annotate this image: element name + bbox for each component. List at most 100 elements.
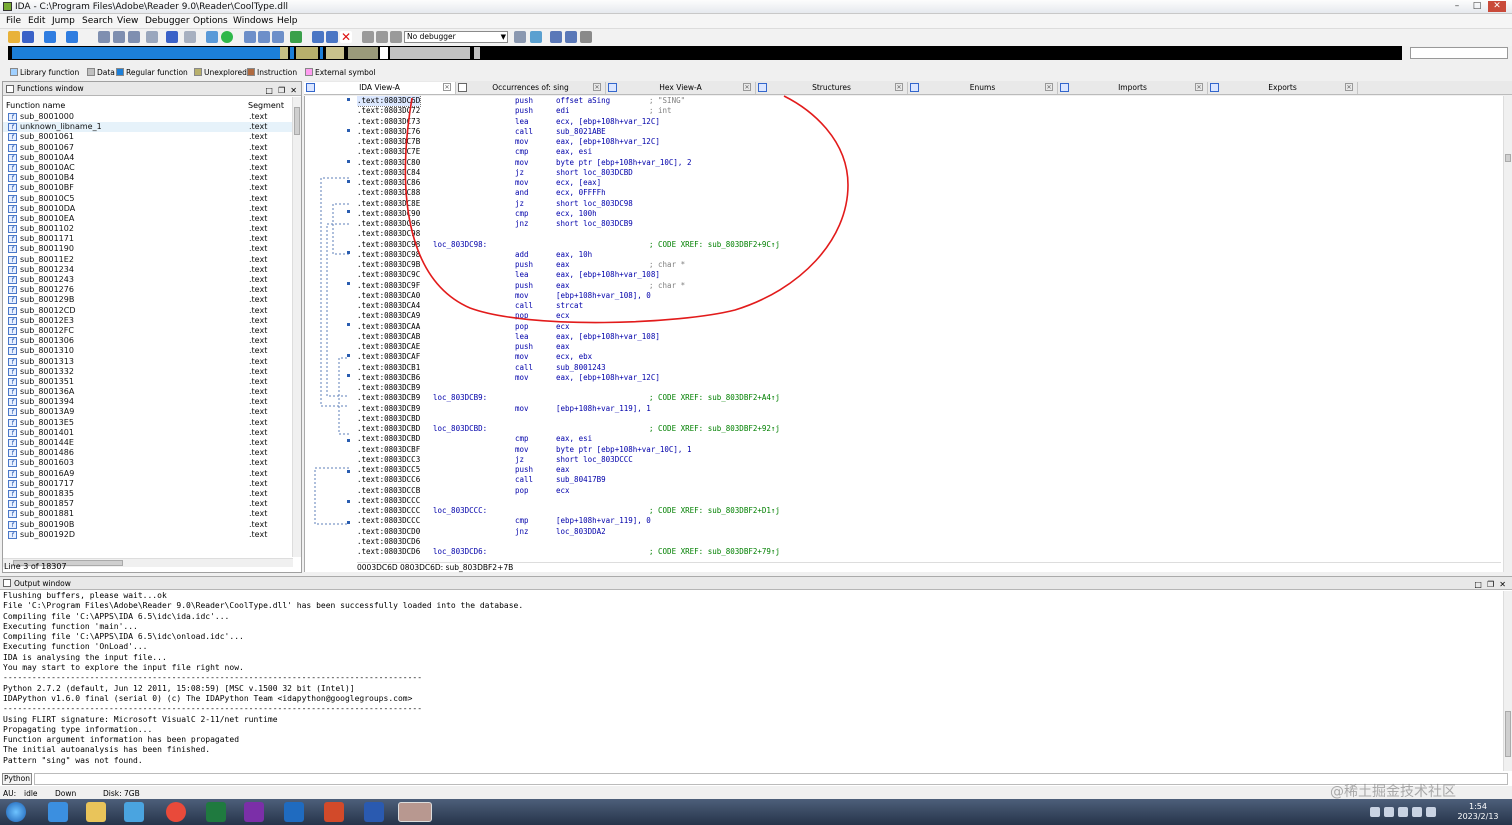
close-icon[interactable]: ✕ bbox=[1499, 580, 1506, 589]
save-icon[interactable] bbox=[22, 31, 34, 43]
function-row[interactable]: f sub_8001067 .text bbox=[3, 143, 293, 153]
disasm-line[interactable]: .text:0803DC88 and ecx, 0FFFFh bbox=[357, 188, 1501, 198]
disasm-line[interactable]: .text:0803DC96 jnz short loc_803DCB9 bbox=[357, 219, 1501, 229]
menu-view[interactable]: View bbox=[117, 16, 138, 26]
disasm-line[interactable]: .text:0803DCBF mov byte ptr [ebp+108h+var_… bbox=[357, 445, 1501, 455]
disasm-line[interactable]: .text:0803DCCB pop ecx bbox=[357, 486, 1501, 496]
disasm-line[interactable]: .text:0803DC80 mov byte ptr [ebp+108h+var_… bbox=[357, 158, 1501, 168]
function-row[interactable]: f sub_8001310 .text bbox=[3, 346, 293, 356]
powerpoint-icon[interactable] bbox=[324, 802, 344, 822]
function-row[interactable]: f sub_80016A9 .text bbox=[3, 469, 293, 479]
tab-exports[interactable]: Exports ✕ bbox=[1208, 82, 1358, 94]
disasm-line[interactable]: .text:0803DC90 cmp ecx, 100h bbox=[357, 209, 1501, 219]
text-search-icon[interactable] bbox=[146, 31, 158, 43]
copy-icon[interactable] bbox=[98, 31, 110, 43]
disasm-line[interactable]: .text:0803DCCC bbox=[357, 496, 1501, 506]
disasm-line[interactable]: .text:0803DC76 call sub_8021ABE bbox=[357, 127, 1501, 137]
function-row[interactable]: f sub_8001190 .text bbox=[3, 244, 293, 254]
function-row[interactable]: f sub_8001835 .text bbox=[3, 489, 293, 499]
menu-file[interactable]: File bbox=[6, 16, 21, 26]
function-row[interactable]: f sub_80012FC .text bbox=[3, 326, 293, 336]
function-row[interactable]: f sub_8001276 .text bbox=[3, 285, 293, 295]
menu-help[interactable]: Help bbox=[277, 16, 298, 26]
pause-icon[interactable] bbox=[376, 31, 388, 43]
close-icon[interactable]: ✕ bbox=[290, 86, 297, 95]
close-button[interactable]: ✕ bbox=[1488, 1, 1506, 12]
scroll-thumb[interactable] bbox=[1505, 711, 1511, 757]
menu-jump[interactable]: Jump bbox=[52, 16, 75, 26]
disasm-line[interactable]: .text:0803DC9F push eax ; char * bbox=[357, 281, 1501, 291]
restore-icon[interactable]: □ bbox=[1474, 580, 1482, 589]
function-row[interactable]: f sub_80013A9 .text bbox=[3, 407, 293, 417]
start-button[interactable] bbox=[6, 802, 26, 822]
disasm-line[interactable]: .text:0803DCA0 mov [ebp+108h+var_108], 0 bbox=[357, 291, 1501, 301]
close-icon[interactable]: ✕ bbox=[1045, 83, 1053, 91]
back-icon[interactable] bbox=[44, 31, 56, 43]
disasm-line[interactable]: .text:0803DC8E jz short loc_803DC98 bbox=[357, 199, 1501, 209]
disasm-line[interactable]: .text:0803DC73 lea ecx, [ebp+108h+var_12C] bbox=[357, 117, 1501, 127]
paste-icon[interactable] bbox=[113, 31, 125, 43]
float-icon[interactable]: ❐ bbox=[278, 86, 285, 95]
function-row[interactable]: f sub_800136A .text bbox=[3, 387, 293, 397]
function-row[interactable]: f sub_8001306 .text bbox=[3, 336, 293, 346]
excel-icon[interactable] bbox=[206, 802, 226, 822]
function-row[interactable]: f sub_80012CD .text bbox=[3, 306, 293, 316]
disasm-line[interactable]: .text:0803DCD6 bbox=[357, 537, 1501, 547]
find-icon[interactable] bbox=[184, 31, 196, 43]
close-icon[interactable]: ✕ bbox=[1345, 83, 1353, 91]
disasm-line[interactable]: .text:0803DCD0 jnz loc_803DDA2 bbox=[357, 527, 1501, 537]
close-icon[interactable]: ✕ bbox=[443, 83, 451, 91]
function-row[interactable]: f sub_800144E .text bbox=[3, 438, 293, 448]
column-function-name[interactable]: Function name bbox=[6, 101, 65, 110]
function-row[interactable]: f sub_80010C5 .text bbox=[3, 194, 293, 204]
menu-search[interactable]: Search bbox=[82, 16, 113, 26]
function-row[interactable]: f sub_8001603 .text bbox=[3, 458, 293, 468]
scroll-thumb[interactable] bbox=[1505, 154, 1511, 162]
disasm-line[interactable]: .text:0803DCB9 loc_803DCB9: ; CODE XREF: s… bbox=[357, 393, 1501, 403]
segment-combo[interactable] bbox=[1410, 47, 1508, 59]
disasm-line[interactable]: .text:0803DCBD loc_803DCBD: ; CODE XREF: s… bbox=[357, 424, 1501, 434]
disasm-line[interactable]: .text:0803DC98 bbox=[357, 229, 1501, 239]
down-arrow-icon[interactable] bbox=[166, 31, 178, 43]
attach-icon[interactable] bbox=[530, 31, 542, 43]
delete-icon[interactable]: ✕ bbox=[340, 31, 352, 43]
function-row[interactable]: f sub_800190B .text bbox=[3, 520, 293, 530]
function-row[interactable]: f sub_8001394 .text bbox=[3, 397, 293, 407]
disasm-line[interactable]: .text:0803DCAB lea eax, [ebp+108h+var_108] bbox=[357, 332, 1501, 342]
disasm-line[interactable]: .text:0803DCB9 bbox=[357, 383, 1501, 393]
functions-vscroll[interactable] bbox=[292, 97, 301, 557]
function-row[interactable]: f sub_8001717 .text bbox=[3, 479, 293, 489]
ida-view-vscroll[interactable] bbox=[1503, 96, 1512, 572]
ie-icon[interactable] bbox=[48, 802, 68, 822]
tray-icon[interactable] bbox=[1370, 807, 1380, 817]
restore-icon[interactable]: □ bbox=[265, 86, 273, 95]
chrome-icon[interactable] bbox=[166, 802, 186, 822]
function-row[interactable]: f sub_8001351 .text bbox=[3, 377, 293, 387]
function-row[interactable]: f sub_80010AC .text bbox=[3, 163, 293, 173]
output-vscroll[interactable] bbox=[1503, 591, 1512, 771]
function-row[interactable]: f sub_80010DA .text bbox=[3, 204, 293, 214]
stop-icon[interactable] bbox=[390, 31, 402, 43]
disasm-line[interactable]: .text:0803DC98 loc_803DC98: ; CODE XREF: s… bbox=[357, 240, 1501, 250]
menu-edit[interactable]: Edit bbox=[28, 16, 45, 26]
disasm-line[interactable]: .text:0803DCA9 pop ecx bbox=[357, 311, 1501, 321]
function-row[interactable]: f sub_8001881 .text bbox=[3, 509, 293, 519]
forward-icon[interactable] bbox=[66, 31, 78, 43]
tray-icon[interactable] bbox=[1398, 807, 1408, 817]
plugin-icon[interactable] bbox=[290, 31, 302, 43]
function-row[interactable]: f sub_80011E2 .text bbox=[3, 255, 293, 265]
function-row[interactable]: f sub_80010A4 .text bbox=[3, 153, 293, 163]
function-row[interactable]: f sub_800192D .text bbox=[3, 530, 293, 540]
disasm-line[interactable]: .text:0803DC7E cmp eax, esi bbox=[357, 147, 1501, 157]
navigation-band[interactable] bbox=[8, 46, 1402, 60]
explorer-icon[interactable] bbox=[86, 802, 106, 822]
disasm-line[interactable]: .text:0803DCAF mov ecx, ebx bbox=[357, 352, 1501, 362]
function-row[interactable]: f sub_8001234 .text bbox=[3, 265, 293, 275]
disasm-line[interactable]: .text:0803DC7B mov eax, [ebp+108h+var_12C] bbox=[357, 137, 1501, 147]
run-icon[interactable] bbox=[221, 31, 233, 43]
media-player-icon[interactable] bbox=[124, 802, 144, 822]
disasm-line[interactable]: .text:0803DCCC cmp [ebp+108h+var_119], 0 bbox=[357, 516, 1501, 526]
disasm-line[interactable]: .text:0803DCB1 call sub_8001243 bbox=[357, 363, 1501, 373]
disasm-line[interactable]: .text:0803DCC5 push eax bbox=[357, 465, 1501, 475]
python-command-input[interactable] bbox=[34, 773, 1508, 785]
